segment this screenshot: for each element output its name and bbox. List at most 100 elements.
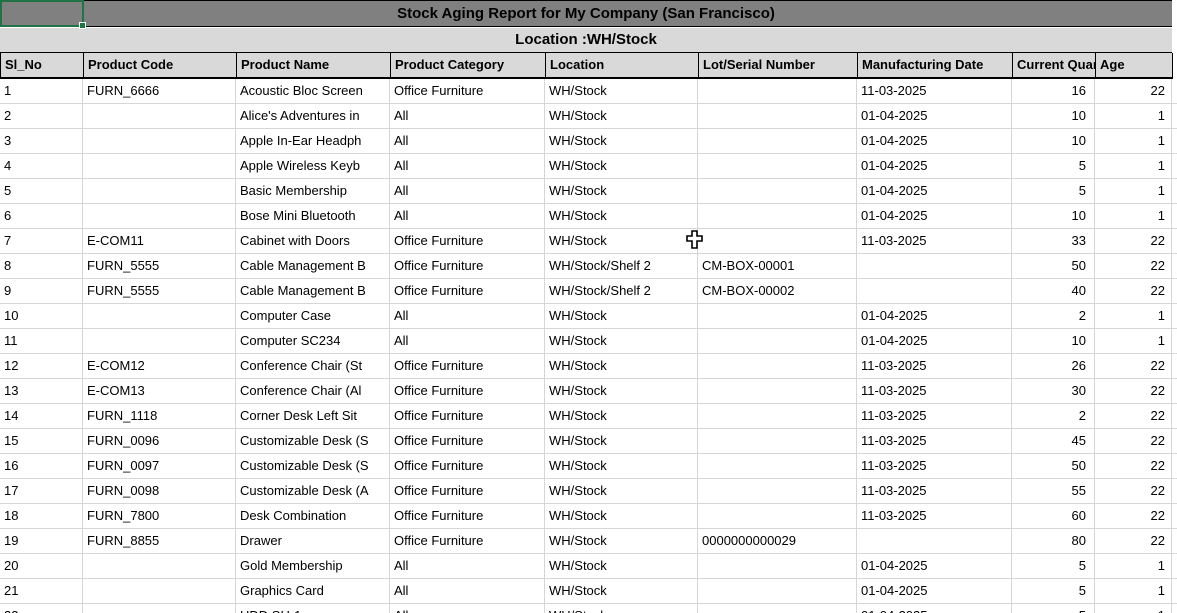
cell-product-category[interactable]: Office Furniture [390, 379, 545, 403]
cell-product-category[interactable]: Office Furniture [390, 504, 545, 528]
cell-product-code[interactable]: FURN_8855 [83, 529, 236, 553]
cell-current-quantity[interactable]: 26 [1012, 354, 1095, 378]
cell-product-code[interactable]: E-COM13 [83, 379, 236, 403]
cell-current-quantity[interactable]: 2 [1012, 404, 1095, 428]
cell-manufacturing-date[interactable]: 01-04-2025 [857, 304, 1012, 328]
cell-current-quantity[interactable]: 10 [1012, 329, 1095, 353]
selected-cell[interactable] [0, 0, 84, 27]
cell-location[interactable]: WH/Stock [545, 129, 698, 153]
cell-product-name[interactable]: Customizable Desk (S [236, 454, 390, 478]
cell-product-category[interactable]: Office Furniture [390, 354, 545, 378]
column-header-manufacturing-date[interactable]: Manufacturing Date [858, 53, 1013, 77]
cell-product-name[interactable]: Computer SC234 [236, 329, 390, 353]
location-cell[interactable]: Location :WH/Stock [0, 28, 1172, 53]
cell-age[interactable]: 1 [1095, 604, 1172, 613]
cell-product-category[interactable]: All [390, 129, 545, 153]
cell-current-quantity[interactable]: 5 [1012, 579, 1095, 603]
cell-location[interactable]: WH/Stock/Shelf 2 [545, 279, 698, 303]
cell-sl-no[interactable]: 17 [0, 479, 83, 503]
cell-sl-no[interactable]: 1 [0, 79, 83, 103]
cell-sl-no[interactable]: 8 [0, 254, 83, 278]
cell-lot-serial-number[interactable] [698, 429, 857, 453]
cell-lot-serial-number[interactable] [698, 454, 857, 478]
cell-age[interactable]: 22 [1095, 279, 1172, 303]
cell-manufacturing-date[interactable]: 11-03-2025 [857, 429, 1012, 453]
cell-age[interactable]: 1 [1095, 554, 1172, 578]
cell-manufacturing-date[interactable]: 11-03-2025 [857, 379, 1012, 403]
cell-sl-no[interactable]: 13 [0, 379, 83, 403]
cell-product-category[interactable]: Office Furniture [390, 279, 545, 303]
cell-location[interactable]: WH/Stock [545, 104, 698, 128]
cell-product-category[interactable]: Office Furniture [390, 254, 545, 278]
column-header-product-name[interactable]: Product Name [237, 53, 391, 77]
cell-sl-no[interactable]: 7 [0, 229, 83, 253]
cell-current-quantity[interactable]: 5 [1012, 154, 1095, 178]
cell-sl-no[interactable]: 16 [0, 454, 83, 478]
cell-manufacturing-date[interactable] [857, 254, 1012, 278]
cell-current-quantity[interactable]: 10 [1012, 104, 1095, 128]
cell-lot-serial-number[interactable] [698, 79, 857, 103]
cell-product-name[interactable]: Corner Desk Left Sit [236, 404, 390, 428]
cell-product-code[interactable] [83, 129, 236, 153]
cell-product-code[interactable] [83, 329, 236, 353]
cell-manufacturing-date[interactable]: 11-03-2025 [857, 454, 1012, 478]
cell-lot-serial-number[interactable] [698, 379, 857, 403]
cell-lot-serial-number[interactable] [698, 129, 857, 153]
column-header-sl-no[interactable]: Sl_No [1, 53, 84, 77]
cell-manufacturing-date[interactable]: 11-03-2025 [857, 479, 1012, 503]
cell-product-code[interactable]: E-COM11 [83, 229, 236, 253]
cell-current-quantity[interactable]: 80 [1012, 529, 1095, 553]
cell-product-code[interactable] [83, 104, 236, 128]
cell-product-code[interactable] [83, 154, 236, 178]
cell-lot-serial-number[interactable] [698, 204, 857, 228]
cell-age[interactable]: 1 [1095, 304, 1172, 328]
cell-lot-serial-number[interactable]: CM-BOX-00002 [698, 279, 857, 303]
cell-manufacturing-date[interactable]: 01-04-2025 [857, 554, 1012, 578]
fill-handle[interactable] [79, 22, 86, 29]
cell-age[interactable]: 22 [1095, 504, 1172, 528]
cell-current-quantity[interactable]: 5 [1012, 179, 1095, 203]
cell-product-category[interactable]: Office Furniture [390, 479, 545, 503]
cell-location[interactable]: WH/Stock [545, 79, 698, 103]
cell-current-quantity[interactable]: 55 [1012, 479, 1095, 503]
cell-lot-serial-number[interactable] [698, 154, 857, 178]
cell-manufacturing-date[interactable]: 11-03-2025 [857, 229, 1012, 253]
cell-sl-no[interactable]: 22 [0, 604, 83, 613]
cell-sl-no[interactable]: 6 [0, 204, 83, 228]
cell-lot-serial-number[interactable] [698, 504, 857, 528]
cell-current-quantity[interactable]: 5 [1012, 604, 1095, 613]
cell-age[interactable]: 22 [1095, 429, 1172, 453]
cell-lot-serial-number[interactable] [698, 329, 857, 353]
cell-age[interactable]: 22 [1095, 454, 1172, 478]
cell-sl-no[interactable]: 10 [0, 304, 83, 328]
cell-product-category[interactable]: Office Furniture [390, 529, 545, 553]
cell-product-code[interactable]: FURN_6666 [83, 79, 236, 103]
cell-location[interactable]: WH/Stock [545, 179, 698, 203]
cell-location[interactable]: WH/Stock [545, 604, 698, 613]
cell-product-category[interactable]: Office Furniture [390, 454, 545, 478]
cell-manufacturing-date[interactable]: 01-04-2025 [857, 579, 1012, 603]
cell-sl-no[interactable]: 9 [0, 279, 83, 303]
column-header-lot-serial-number[interactable]: Lot/Serial Number [699, 53, 858, 77]
cell-product-name[interactable]: Conference Chair (St [236, 354, 390, 378]
cell-location[interactable]: WH/Stock [545, 354, 698, 378]
cell-product-code[interactable]: FURN_5555 [83, 279, 236, 303]
cell-age[interactable]: 22 [1095, 379, 1172, 403]
cell-location[interactable]: WH/Stock [545, 554, 698, 578]
cell-location[interactable]: WH/Stock [545, 579, 698, 603]
cell-product-name[interactable]: Gold Membership [236, 554, 390, 578]
cell-age[interactable]: 22 [1095, 229, 1172, 253]
cell-product-name[interactable]: Cable Management B [236, 279, 390, 303]
cell-sl-no[interactable]: 19 [0, 529, 83, 553]
cell-location[interactable]: WH/Stock [545, 504, 698, 528]
cell-product-code[interactable] [83, 579, 236, 603]
cell-sl-no[interactable]: 3 [0, 129, 83, 153]
cell-location[interactable]: WH/Stock [545, 379, 698, 403]
cell-age[interactable]: 1 [1095, 179, 1172, 203]
cell-product-category[interactable]: All [390, 304, 545, 328]
cell-sl-no[interactable]: 18 [0, 504, 83, 528]
cell-product-name[interactable]: Cabinet with Doors [236, 229, 390, 253]
cell-age[interactable]: 1 [1095, 329, 1172, 353]
cell-current-quantity[interactable]: 2 [1012, 304, 1095, 328]
cell-product-name[interactable]: Apple Wireless Keyb [236, 154, 390, 178]
